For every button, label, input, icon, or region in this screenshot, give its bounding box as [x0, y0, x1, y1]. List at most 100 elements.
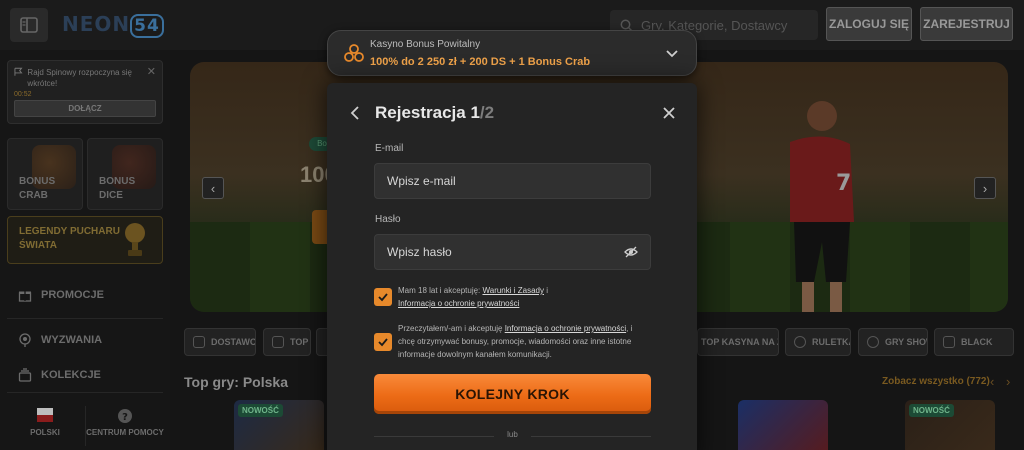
- crown-icon: [272, 336, 284, 348]
- login-button[interactable]: ZALOGUJ SIĘ: [826, 7, 912, 41]
- category-chip-ruletka[interactable]: RULETKA: [785, 328, 851, 356]
- category-label: BLACK: [961, 337, 993, 347]
- sidebar-item-kolekcje[interactable]: KOLEKCJE: [18, 368, 101, 382]
- modal-title-main: Rejestracja 1: [375, 103, 480, 122]
- consent2-text: Przeczytałem/-am i akceptuję: [398, 324, 505, 333]
- password-field[interactable]: [387, 245, 624, 259]
- svg-text:?: ?: [122, 412, 128, 423]
- game-card[interactable]: [738, 400, 828, 450]
- category-label: DOSTAWCY: [211, 337, 256, 347]
- marketing-consent-checkbox[interactable]: [374, 333, 392, 351]
- notification-text: Rajd Spinowy rozpoczyna się wkrótce!: [27, 68, 132, 88]
- trophy-icon: [125, 223, 145, 256]
- collection-icon: [18, 368, 32, 382]
- sidebar-item-label: PROMOCJE: [41, 289, 104, 301]
- modal-title: Rejestracja 1/2: [375, 103, 494, 123]
- top-games-title: Top gry: Polska: [184, 374, 288, 390]
- bonus-cluster-icon: [344, 44, 364, 62]
- next-step-button[interactable]: KOLEJNY KROK: [374, 374, 651, 414]
- category-chip-gry-show[interactable]: GRY SHOW: [858, 328, 928, 356]
- provider-icon: [193, 336, 205, 348]
- bonus-dice-line1: BONUS: [99, 176, 136, 187]
- new-badge: NOWOŚĆ: [909, 404, 954, 417]
- language-selector[interactable]: POLSKI: [5, 408, 85, 437]
- notification-close-icon[interactable]: ✕: [147, 65, 156, 78]
- category-chip-blackjack[interactable]: BLACK: [934, 328, 1014, 356]
- checkmark-icon: [378, 293, 388, 302]
- age-terms-consent-text: Mam 18 lat i akceptuję: Warunki i Zasady…: [398, 284, 638, 310]
- banner-next-arrow-icon[interactable]: ›: [974, 177, 996, 199]
- bonus-crab-line2: CRAB: [19, 190, 48, 201]
- roulette-icon: [794, 336, 806, 348]
- poland-flag-icon: [37, 408, 53, 422]
- microphone-icon: [867, 336, 879, 348]
- age-terms-checkbox[interactable]: [374, 288, 392, 306]
- site-logo[interactable]: NEON 54: [62, 12, 164, 38]
- or-label: lub: [507, 430, 518, 439]
- privacy-link[interactable]: Informacja o ochronie prywatności: [505, 324, 626, 333]
- sidebar-item-label: WYZWANIA: [41, 334, 103, 346]
- modal-title-step-total: /2: [479, 103, 495, 122]
- new-badge: NOWOŚĆ: [238, 404, 283, 417]
- bonus-crab-line1: BONUS: [19, 176, 56, 187]
- see-all-link[interactable]: Zobacz wszystko (772): [882, 376, 990, 387]
- marketing-consent-text: Przeczytałem/-am i akceptuję Informacja …: [398, 322, 638, 361]
- divider-line: [531, 436, 651, 437]
- game-card[interactable]: NOWOŚĆ: [234, 400, 324, 450]
- svg-text:7: 7: [836, 171, 851, 196]
- terms-link[interactable]: Warunki i Zasady: [482, 286, 544, 295]
- consent1-joiner: i: [543, 286, 548, 295]
- category-label: TOP KASYNA NA ŻYWO: [701, 337, 778, 347]
- eye-slash-icon[interactable]: [624, 245, 638, 259]
- games-prev-icon[interactable]: ‹: [990, 374, 994, 389]
- sidebar-item-wyzwania[interactable]: WYZWANIA: [18, 333, 102, 347]
- sidebar-menu-icon: [20, 17, 38, 33]
- privacy-link[interactable]: Informacja o ochronie prywatności: [398, 299, 519, 308]
- help-center-link[interactable]: ? CENTRUM POMOCY: [85, 408, 165, 437]
- sidebar-item-promocje[interactable]: PROMOCJE: [18, 288, 104, 302]
- chevron-down-icon[interactable]: [664, 45, 680, 61]
- or-divider: lub: [374, 430, 651, 442]
- football-player-illustration: 7: [790, 101, 854, 312]
- sidebar-divider: [7, 392, 163, 393]
- sidebar: Rajd Spinowy rozpoczyna się wkrótce! 00:…: [0, 50, 170, 450]
- close-icon[interactable]: [661, 105, 677, 121]
- bonus-selector-label: Kasyno Bonus Powitalny: [370, 39, 481, 50]
- flag-icon: [14, 67, 23, 76]
- bonus-dice-line2: DICE: [99, 190, 123, 201]
- help-label: CENTRUM POMOCY: [86, 428, 164, 437]
- register-button[interactable]: ZAREJESTRUJ: [920, 7, 1013, 41]
- category-chip-top[interactable]: TOP: [263, 328, 311, 356]
- checkmark-icon: [378, 338, 388, 347]
- games-next-icon[interactable]: ›: [1006, 374, 1010, 389]
- sidebar-item-label: KOLEKCJE: [41, 369, 101, 381]
- category-label: RULETKA: [812, 337, 851, 347]
- bonus-crab-tile[interactable]: BONUS CRAB: [7, 138, 83, 210]
- help-icon: ?: [118, 409, 132, 423]
- sidebar-divider: [7, 318, 163, 319]
- category-label: TOP: [290, 337, 309, 347]
- email-field[interactable]: [387, 174, 638, 188]
- join-button[interactable]: DOŁĄCZ: [14, 100, 156, 117]
- consent1-text: Mam 18 lat i akceptuję:: [398, 286, 483, 295]
- back-arrow-icon[interactable]: [347, 105, 363, 121]
- spin-rally-notification: Rajd Spinowy rozpoczyna się wkrótce! 00:…: [7, 60, 163, 124]
- menu-toggle-button[interactable]: [10, 8, 48, 42]
- category-chip-live[interactable]: TOP KASYNA NA ŻYWO: [697, 328, 779, 356]
- category-label: GRY SHOW: [885, 337, 927, 347]
- password-field-wrapper: [374, 234, 651, 270]
- welcome-bonus-selector[interactable]: Kasyno Bonus Powitalny 100% do 2 250 zł …: [327, 30, 697, 76]
- gift-icon: [18, 291, 32, 302]
- category-chip-dostawcy[interactable]: DOSTAWCY: [184, 328, 256, 356]
- target-icon: [19, 333, 31, 347]
- email-field-wrapper: [374, 163, 651, 199]
- bonus-selector-value: 100% do 2 250 zł + 200 DS + 1 Bonus Crab: [370, 56, 591, 68]
- cards-icon: [943, 336, 955, 348]
- bonus-dice-tile[interactable]: BONUS DICE: [87, 138, 163, 210]
- email-label: E-mail: [375, 143, 404, 154]
- notification-timer: 00:52: [14, 91, 32, 98]
- world-cup-legends-tile[interactable]: LEGENDY PUCHARU ŚWIATA: [7, 216, 163, 264]
- registration-modal: Rejestracja 1/2 E-mail Hasło Mam 18 lat …: [327, 83, 697, 450]
- game-card[interactable]: NOWOŚĆ: [905, 400, 995, 450]
- banner-prev-arrow-icon[interactable]: ‹: [202, 177, 224, 199]
